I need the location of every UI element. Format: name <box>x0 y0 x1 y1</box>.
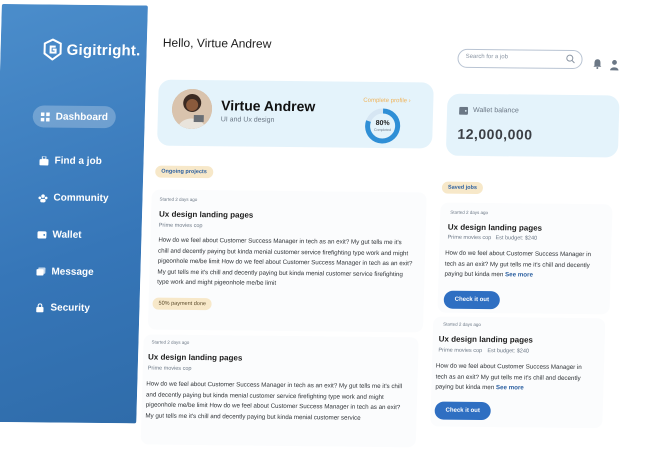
profile-role: UI and Ux design <box>220 116 275 124</box>
job-company: Prime movies cop <box>438 347 483 355</box>
see-more-link[interactable]: See more <box>505 271 533 278</box>
check-it-out-button[interactable]: Check it out <box>434 401 491 421</box>
logo-icon <box>43 38 62 61</box>
wallet-balance-label: Wallet balance <box>473 106 519 115</box>
avatar-photo <box>171 88 213 130</box>
sidebar-item-label: Community <box>53 192 109 204</box>
ongoing-project-card[interactable]: Started 2 days ago Ux design landing pag… <box>147 189 427 333</box>
sidebar-item-dashboard[interactable]: Dashboard <box>32 105 117 129</box>
progress-sub: Completed <box>373 127 392 133</box>
job-title: Ux design landing pages <box>438 334 534 345</box>
lock-icon <box>36 302 44 312</box>
project-company: Prime movies cop <box>158 222 203 230</box>
search-icon[interactable] <box>565 54 575 64</box>
sidebar-item-label: Security <box>50 302 91 314</box>
sidebar-item-find-a-job[interactable]: Find a job <box>31 149 110 172</box>
sidebar-item-security[interactable]: Security <box>27 296 98 319</box>
wallet-balance-card: Wallet balance 12,000,000 <box>445 93 620 158</box>
wallet-icon <box>459 106 469 115</box>
bell-icon[interactable] <box>592 58 602 70</box>
job-description: How do we feel about Customer Success Ma… <box>444 249 603 282</box>
profile-card: Virtue Andrew UI and Ux design Complete … <box>156 79 434 149</box>
sidebar-item-label: Message <box>51 266 94 278</box>
search-placeholder: Search for a job <box>465 53 509 61</box>
sidebar-item-wallet[interactable]: Wallet <box>29 223 90 246</box>
chevron-right-icon: › <box>408 98 411 105</box>
user-icon[interactable] <box>609 59 619 71</box>
brand-logo[interactable]: Gigitright. <box>42 38 141 61</box>
saved-job-card[interactable]: Started 2 days ago Ux design landing pag… <box>437 202 613 315</box>
saved-jobs-tag: Saved jobs <box>441 181 484 195</box>
brand-name: Gigitright. <box>66 41 141 59</box>
project-started: Started 2 days ago <box>159 196 198 203</box>
complete-profile-label: Complete profile <box>363 97 408 105</box>
job-title: Ux design landing pages <box>447 222 543 233</box>
job-started: Started 2 days ago <box>443 321 481 328</box>
ongoing-projects-tag: Ongoing projects <box>155 165 213 179</box>
sidebar-item-label: Wallet <box>52 229 82 241</box>
message-icon <box>36 266 46 276</box>
avatar <box>171 88 213 130</box>
project-company: Prime movies cop <box>147 365 192 372</box>
project-title: Ux design landing pages <box>158 209 254 220</box>
project-description: How do we feel about Customer Success Ma… <box>157 236 413 287</box>
sidebar-item-message[interactable]: Message <box>28 260 102 283</box>
search-input[interactable]: Search for a job <box>457 48 583 70</box>
job-company: Prime movies cop <box>447 234 492 242</box>
page-greeting: Hello, Virtue Andrew <box>162 35 272 51</box>
sidebar-item-label: Find a job <box>54 155 102 167</box>
project-description: How do we feel about Customer Success Ma… <box>145 380 403 422</box>
job-budget: Est budget: $240 <box>487 348 530 355</box>
saved-job-card[interactable]: Started 2 days ago Ux design landing pag… <box>430 316 606 429</box>
project-started: Started 2 days ago <box>151 339 190 345</box>
sidebar: Gigitright. Dashboard Find a job Communi… <box>0 4 148 424</box>
sidebar-item-community[interactable]: Community <box>30 186 117 209</box>
job-description: How do we feel about Customer Success Ma… <box>435 362 594 395</box>
sidebar-item-label: Dashboard <box>55 111 109 123</box>
job-started: Started 2 days ago <box>450 209 489 216</box>
progress-value: 80% <box>375 119 390 128</box>
community-icon <box>38 193 48 202</box>
wallet-balance-value: 12,000,000 <box>457 125 533 143</box>
job-budget: Est budget: $240 <box>495 235 538 242</box>
briefcase-icon <box>39 155 49 165</box>
profile-progress-donut: 80% Completed <box>363 107 402 145</box>
dashboard-icon <box>40 111 50 122</box>
payment-status-badge: 50% payment done <box>152 297 213 311</box>
complete-profile-link[interactable]: Complete profile › <box>363 98 411 104</box>
see-more-link[interactable]: See more <box>496 384 524 391</box>
profile-name: Virtue Andrew <box>220 97 316 115</box>
project-title: Ux design landing pages <box>147 352 243 363</box>
check-it-out-button[interactable]: Check it out <box>443 290 501 310</box>
ongoing-project-card[interactable]: Started 2 days ago Ux design landing pag… <box>140 334 419 448</box>
wallet-icon <box>37 230 47 239</box>
